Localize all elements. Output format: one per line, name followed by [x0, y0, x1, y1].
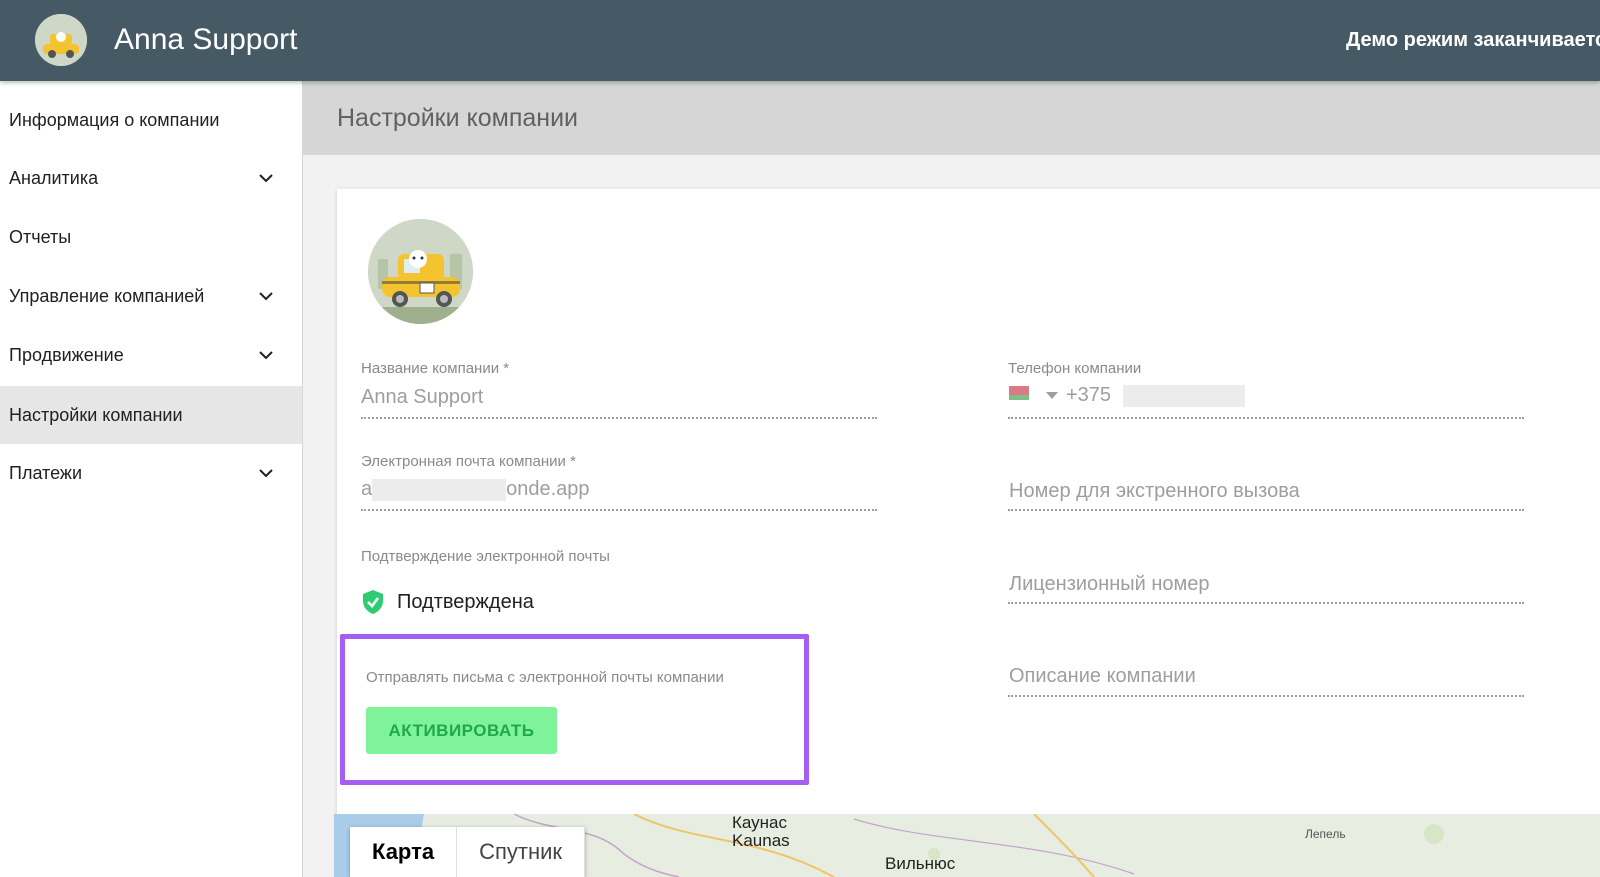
license-number-input[interactable]: Лицензионный номер — [1009, 571, 1210, 597]
chevron-down-icon[interactable] — [258, 465, 274, 481]
company-email-underline — [361, 509, 877, 511]
activate-button[interactable]: АКТИВИРОВАТЬ — [366, 707, 557, 754]
company-phone-label: Телефон компании — [1008, 360, 1142, 377]
sidebar-item-label: Настройки компании — [9, 404, 183, 425]
sidebar-item-analytics[interactable]: Аналитика — [0, 149, 302, 207]
sidebar-item-payments[interactable]: Платежи — [0, 444, 302, 502]
map-place-kaunas-en: Kaunas — [732, 831, 790, 850]
send-from-company-email-label: Отправлять письма с электронной почты ко… — [366, 669, 724, 686]
chevron-down-icon[interactable] — [258, 347, 274, 363]
sidebar-item-label: Продвижение — [9, 344, 124, 365]
email-suffix: onde.app — [506, 478, 590, 500]
page-title: Настройки компании — [337, 104, 579, 132]
demo-notice: Демо режим заканчивается — [1346, 29, 1600, 51]
email-status: Подтверждена — [361, 587, 534, 617]
caret-down-icon[interactable] — [1046, 392, 1058, 400]
company-name-input[interactable]: Anna Support — [361, 384, 483, 410]
sidebar-item-label: Отчеты — [9, 226, 72, 247]
company-email-label: Электронная почта компании * — [361, 453, 576, 470]
chevron-down-icon[interactable] — [258, 288, 274, 304]
emergency-number-input[interactable]: Номер для экстренного вызова — [1009, 478, 1300, 504]
company-email-input[interactable]: a onde.app — [361, 476, 881, 502]
company-description-underline — [1008, 695, 1524, 697]
chevron-down-icon[interactable] — [258, 170, 274, 186]
map-place-lepel: Лепель — [1305, 827, 1346, 841]
email-prefix: a — [361, 478, 373, 500]
emergency-number-underline — [1008, 509, 1524, 511]
sidebar-item-label: Информация о компании — [9, 109, 220, 130]
belarus-flag-icon — [1009, 386, 1029, 400]
sidebar-item-company-info[interactable]: Информация о компании — [0, 91, 302, 149]
top-bar: Anna Support Демо режим заканчивается — [0, 0, 1600, 81]
map-place-kaunas-ru: Каунас — [732, 814, 788, 832]
phone-number-input[interactable] — [1123, 385, 1245, 407]
sidebar-item-label: Платежи — [9, 462, 83, 483]
company-name-label: Название компании * — [361, 360, 510, 377]
map-place-vilnius: Вильнюс — [885, 854, 956, 873]
app-title: Anna Support — [114, 23, 298, 56]
sidebar-item-label: Управление компанией — [9, 285, 205, 306]
company-avatar[interactable] — [368, 219, 473, 324]
company-logo[interactable] — [35, 14, 87, 66]
redacted-block — [372, 478, 507, 501]
sidebar-item-company-settings[interactable]: Настройки компании — [0, 386, 302, 444]
shield-check-icon — [363, 590, 383, 614]
email-status-text: Подтверждена — [397, 590, 534, 613]
email-confirmation-label: Подтверждение электронной почты — [361, 548, 610, 565]
map-type-tabs: Карта Спутник — [350, 827, 586, 877]
sidebar-item-label: Аналитика — [9, 167, 99, 188]
sidebar-item-company-management[interactable]: Управление компанией — [0, 267, 302, 325]
sidebar-item-reports[interactable]: Отчеты — [0, 208, 302, 266]
send-from-company-email-section: Отправлять письма с электронной почты ко… — [340, 634, 809, 785]
company-description-input[interactable]: Описание компании — [1009, 663, 1196, 689]
page-header: Настройки компании — [303, 81, 1600, 155]
sidebar-item-promotion[interactable]: Продвижение — [0, 326, 302, 384]
company-phone-underline — [1008, 417, 1524, 419]
company-name-underline — [361, 417, 877, 419]
tab-satellite[interactable]: Спутник — [457, 827, 586, 877]
sidebar: Информация о компании Аналитика Отчеты У… — [0, 81, 303, 877]
phone-country-code: +375 — [1066, 384, 1112, 406]
license-number-underline — [1008, 602, 1524, 604]
tab-map[interactable]: Карта — [350, 827, 458, 877]
